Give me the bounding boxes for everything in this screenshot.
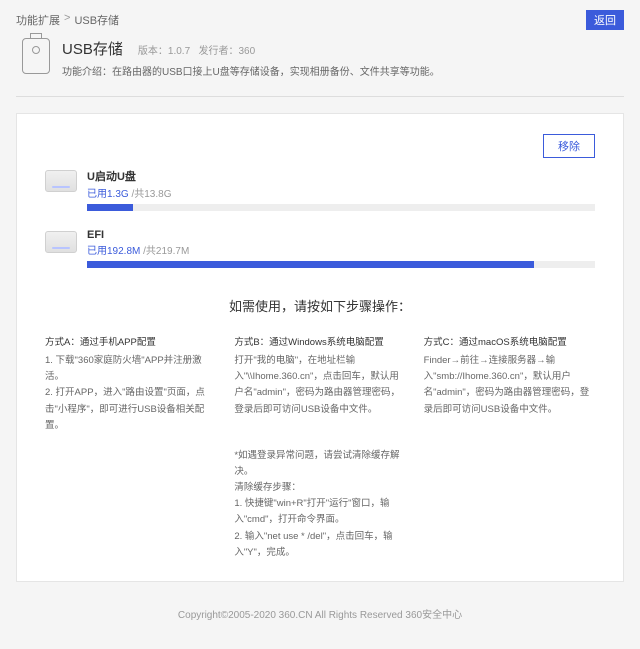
divider: [16, 96, 624, 97]
method-column: 方式B：通过Windows系统电脑配置打开"我的电脑"，在地址栏输入"\\Iho…: [234, 335, 405, 434]
drive-name: U启动U盘: [87, 168, 595, 184]
breadcrumb-sep: >: [64, 12, 70, 28]
version-meta: 版本：1.0.7 发行者：360: [138, 42, 255, 57]
drive-usage: 已用192.8M /共219.7M: [87, 242, 595, 257]
drive-row: U启动U盘已用1.3G /共13.8G: [45, 168, 595, 211]
footer-copyright: Copyright©2005-2020 360.CN All Rights Re…: [0, 598, 640, 629]
drive-usage: 已用1.3G /共13.8G: [87, 185, 595, 200]
usb-device-icon: [22, 38, 50, 74]
method-title: 方式B：通过Windows系统电脑配置: [234, 335, 405, 351]
method-column: 方式A：通过手机APP配置 1. 下载"360家庭防火墙"APP并注册激活。2. …: [45, 335, 216, 434]
breadcrumb: 功能扩展 > USB存储 返回: [16, 10, 624, 30]
breadcrumb-parent[interactable]: 功能扩展: [16, 12, 60, 28]
breadcrumb-current: USB存储: [74, 12, 119, 28]
storage-card: 移除 U启动U盘已用1.3G /共13.8G EFI已用192.8M /共219.…: [16, 113, 624, 582]
back-button[interactable]: 返回: [586, 10, 624, 30]
drive-row: EFI已用192.8M /共219.7M: [45, 229, 595, 268]
method-column: 方式C：通过macOS系统电脑配置 Finder→前往→连接服务器→输入"smb:…: [424, 335, 595, 434]
drive-name: EFI: [87, 229, 595, 241]
drive-progress: [87, 261, 595, 268]
instructions-title: 如需使用，请按如下步骤操作：: [45, 296, 595, 315]
page-title: USB存储: [62, 38, 123, 59]
remove-button[interactable]: 移除: [543, 134, 595, 158]
method-title: 方式C：通过macOS系统电脑配置: [424, 335, 595, 351]
description: 功能介绍：在路由器的USB口接上U盘等存储设备，实现相册备份、文件共享等功能。: [62, 63, 440, 78]
method-body: Finder→前往→连接服务器→输入"smb://Ihome.360.cn"，默…: [424, 353, 595, 418]
method-body: 1. 下载"360家庭防火墙"APP并注册激活。2. 打开APP，进入"路由设置…: [45, 353, 216, 434]
method-title: 方式A：通过手机APP配置: [45, 335, 216, 351]
drive-icon: [45, 231, 77, 253]
method-body: 打开"我的电脑"，在地址栏输入"\\Ihome.360.cn"，点击回车，默认用…: [234, 353, 405, 418]
drive-icon: [45, 170, 77, 192]
drive-progress: [87, 204, 595, 211]
extra-notes: *如遇登录异常问题，请尝试清除缓存解决。清除缓存步骤：1. 快捷键"win+R"…: [234, 448, 405, 561]
